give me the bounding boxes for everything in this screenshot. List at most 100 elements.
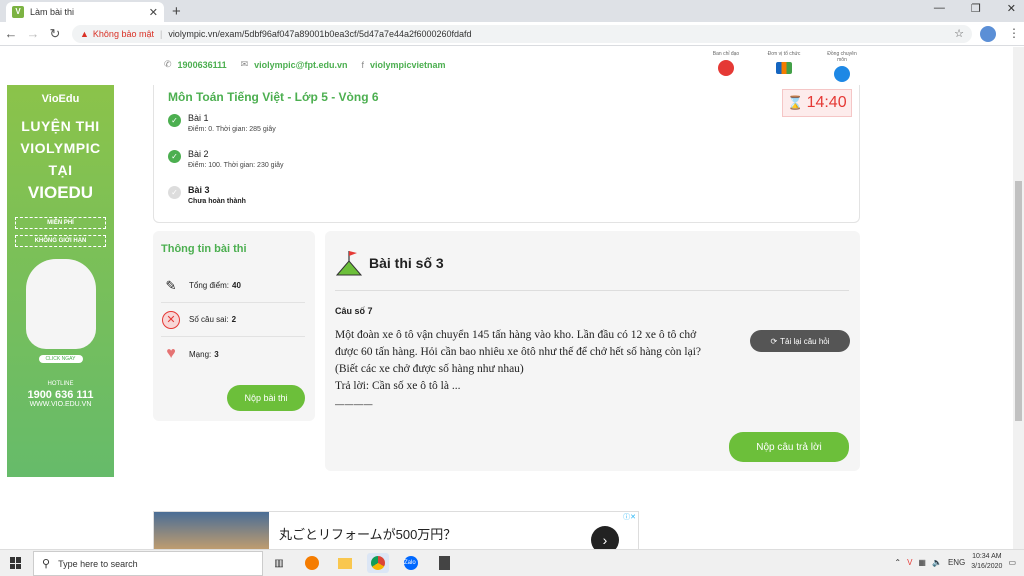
wrong-count-row: ✕ Số câu sai: 2 — [161, 303, 305, 337]
back-icon[interactable]: ← — [0, 26, 22, 41]
hourglass-icon: ⌛ — [787, 95, 804, 110]
zalo-icon[interactable]: Zalo — [400, 553, 422, 573]
contact-facebook[interactable]: violympicvietnam — [370, 60, 446, 70]
banner-brand: VioEdu — [41, 93, 80, 105]
network-icon[interactable]: ▦ — [918, 558, 926, 567]
exam-title: Môn Toán Tiếng Việt - Lớp 5 - Vòng 6 — [168, 90, 379, 104]
browser-tab[interactable]: V Làm bài thi ✕ — [6, 2, 164, 22]
refresh-icon: ⟳ — [770, 336, 778, 346]
check-icon: ✓ — [168, 150, 181, 163]
close-window-icon[interactable]: ✕ — [1007, 2, 1016, 15]
question-card: Bài thi số 3 Câu số 7 Một đoàn xe ô tô v… — [325, 231, 860, 471]
taskbar-search[interactable]: ⚲ Type here to search — [33, 551, 263, 576]
answer-prefix: Trả lời: Cần số xe ô tô là ... — [335, 380, 461, 392]
reload-question-button[interactable]: ⟳ Tải lại câu hỏi — [750, 330, 850, 352]
total-label: Tổng điểm: — [189, 281, 230, 290]
answer-input[interactable]: — — — — — [335, 399, 373, 409]
language-indicator[interactable]: ENG — [948, 558, 965, 567]
timer-value: 14:40 — [806, 94, 847, 111]
scrollbar-thumb[interactable] — [1015, 181, 1022, 421]
tray-chevron-icon[interactable]: ⌃ — [894, 558, 901, 567]
volume-icon[interactable]: 🔈 — [932, 558, 942, 567]
maximize-icon[interactable]: ❐ — [971, 2, 981, 15]
windows-taskbar: ⚲ Type here to search ▥ Zalo ⌃ V ▦ 🔈 ENG… — [0, 549, 1024, 576]
lives-value: 3 — [214, 349, 219, 359]
browser-tab-bar: V Làm bài thi ✕ + — ❐ ✕ — [0, 0, 1024, 22]
facebook-icon: f — [361, 59, 364, 70]
browser-app-icon[interactable] — [301, 553, 323, 573]
menu-icon[interactable]: ⋮ — [1008, 26, 1020, 40]
partner-3: Đồng chuyên môn — [824, 51, 860, 82]
start-button[interactable] — [10, 557, 22, 569]
clock-time: 10:34 AM — [972, 553, 1002, 560]
clock-date: 3/16/2020 — [971, 563, 1003, 570]
question-body: Một đoàn xe ô tô vận chuyển 145 tấn hàng… — [335, 327, 715, 395]
lives-label: Mạng: — [189, 349, 212, 359]
submit-answer-button[interactable]: Nộp câu trả lời — [729, 432, 849, 462]
calculator-icon[interactable] — [433, 553, 455, 573]
lesson-item[interactable]: ✓ Bài 1 Điểm: 0. Thời gian: 285 giây — [168, 113, 276, 133]
ad-banner[interactable]: 丸ごとリフォームが500万円？ › ⓘ✕ — [153, 511, 639, 549]
wrong-x-icon: ✕ — [161, 310, 181, 330]
notification-icon[interactable]: ▭ — [1008, 558, 1016, 567]
lesson-name: Bài 2 — [188, 149, 209, 159]
reload-icon[interactable]: ↻ — [44, 26, 66, 42]
search-placeholder: Type here to search — [58, 558, 138, 569]
profile-avatar[interactable] — [980, 26, 996, 42]
partner-3-label: Đồng chuyên môn — [827, 51, 857, 63]
warning-icon: ▲ — [80, 29, 89, 39]
check-icon: ✓ — [168, 186, 181, 199]
banner-line1: LUYỆN THI — [21, 118, 100, 134]
url-input[interactable]: ▲ Không bảo mật | violympic.vn/exam/5dbf… — [72, 25, 972, 43]
wrong-value: 2 — [231, 315, 237, 324]
contact-email[interactable]: violympic@fpt.edu.vn — [254, 60, 347, 70]
forward-icon[interactable]: → — [22, 26, 44, 41]
banner-website: WWW.VIO.EDU.VN — [29, 401, 92, 408]
minimize-icon[interactable]: — — [934, 2, 945, 15]
lesson-desc: Điểm: 0. Thời gian: 285 giây — [188, 126, 276, 133]
vioedu-banner[interactable]: VioEdu LUYỆN THI VIOLYMPIC TẠI VIOEDU MI… — [7, 85, 114, 477]
ad-choices-icon[interactable]: ⓘ✕ — [623, 512, 636, 522]
bookmark-star-icon[interactable]: ☆ — [954, 27, 964, 40]
favicon-icon: V — [12, 6, 24, 18]
total-score-row: ✎ Tổng điểm: 40 — [161, 269, 305, 303]
lesson-item[interactable]: ✓ Bài 2 Điểm: 100. Thời gian: 230 giây — [168, 149, 284, 169]
robot-mascot-icon — [25, 259, 96, 349]
file-explorer-icon[interactable] — [334, 553, 356, 573]
partner-2: Đơn vị tổ chức — [766, 51, 802, 82]
partner-1-label: Ban chỉ đạo — [712, 51, 740, 57]
task-view-icon[interactable]: ▥ — [268, 553, 290, 573]
partner-1: Ban chỉ đạo — [708, 51, 744, 82]
taskbar-apps: ▥ Zalo — [268, 553, 455, 573]
page-scrollbar[interactable] — [1013, 47, 1024, 549]
ad-arrow-button[interactable]: › — [591, 526, 619, 549]
ad-text: 丸ごとリフォームが500万円？ — [279, 527, 457, 542]
mail-icon: ✉ — [240, 59, 249, 69]
partner-logos: Ban chỉ đạo Đơn vị tổ chức Đồng chuyên m… — [708, 51, 860, 82]
banner-pill-free: MIỄN PHÍ — [15, 217, 106, 229]
banner-click-button[interactable]: CLICK NGAY — [38, 355, 83, 363]
lesson-desc: Chưa hoàn thành — [188, 198, 246, 205]
question-header: Bài thi số 3 — [335, 249, 444, 277]
clock[interactable]: 10:34 AM 3/16/2020 — [971, 552, 1002, 572]
question-heading: Bài thi số 3 — [369, 255, 444, 271]
insecure-label[interactable]: Không bảo mật — [93, 29, 154, 39]
new-tab-button[interactable]: + — [172, 3, 181, 20]
window-controls: — ❐ ✕ — [934, 2, 1016, 15]
contact-phone[interactable]: 1900636111 — [178, 60, 227, 70]
fpt-logo-icon — [776, 62, 792, 74]
check-icon: ✓ — [168, 114, 181, 127]
total-value: 40 — [232, 281, 241, 290]
contact-bar: ✆ 1900636111 ✉ violympic@fpt.edu.vn f vi… — [156, 59, 446, 70]
heart-icon: ♥ — [166, 345, 176, 362]
submit-exam-button[interactable]: Nộp bài thi — [227, 385, 305, 411]
banner-line3: TẠI — [48, 162, 73, 178]
chrome-icon[interactable] — [367, 553, 389, 573]
lesson-item[interactable]: ✓ Bài 3 Chưa hoàn thành — [168, 185, 246, 205]
page-content: ✆ 1900636111 ✉ violympic@fpt.edu.vn f vi… — [0, 47, 1013, 549]
system-tray: ⌃ V ▦ 🔈 ENG 10:34 AM 3/16/2020 ▭ — [894, 552, 1016, 572]
exam-header-card: Môn Toán Tiếng Việt - Lớp 5 - Vòng 6 ✓ B… — [153, 85, 860, 223]
question-number: Câu số 7 — [335, 306, 373, 316]
tray-app-icon[interactable]: V — [907, 558, 912, 567]
close-tab-icon[interactable]: ✕ — [149, 6, 158, 19]
